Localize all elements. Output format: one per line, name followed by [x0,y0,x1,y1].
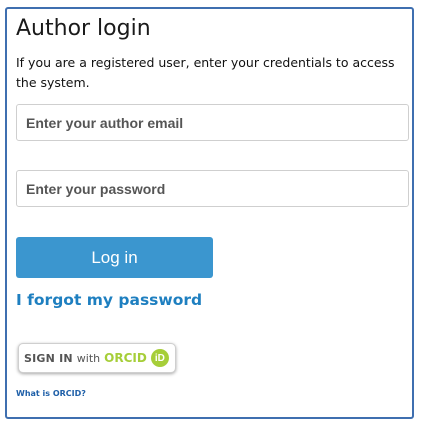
orcid-with-label: with [76,351,101,365]
login-button[interactable]: Log in [16,237,213,278]
forgot-password-link[interactable]: I forgot my password [16,291,202,309]
author-login-panel: Author login If you are a registered use… [5,7,414,419]
what-is-orcid-link[interactable]: What is ORCID? [16,389,86,398]
orcid-id-icon: iD [150,349,169,367]
login-instructions: If you are a registered user, enter your… [16,55,395,90]
orcid-sign-in-label: SIGN IN [24,351,73,365]
orcid-brand-label: ORCID [104,351,147,365]
password-field[interactable] [16,170,409,207]
orcid-sign-in-button[interactable]: SIGN IN with ORCID iD [18,343,176,373]
page-title: Author login [16,16,151,41]
email-field[interactable] [16,104,409,141]
